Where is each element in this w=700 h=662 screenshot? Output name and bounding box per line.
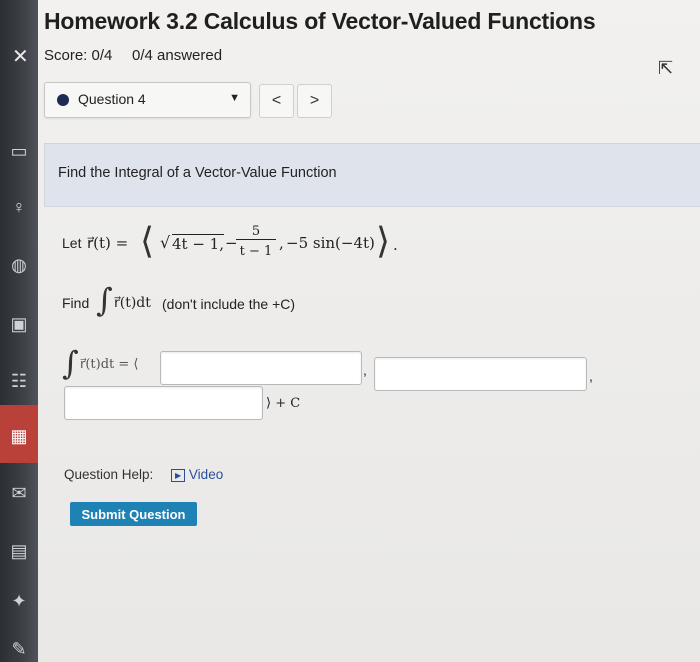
user-icon[interactable]: ♀: [8, 196, 30, 218]
main-content: ✕ Homework 3.2 Calculus of Vector-Valued…: [12, 0, 700, 662]
integrand: r⃗(t)dt: [114, 295, 151, 311]
answer-lhs-expression: r⃗(t)dt = ⟨: [80, 357, 139, 372]
calendar-icon[interactable]: ▦: [8, 425, 30, 447]
answered-count: 0/4 answered: [132, 47, 223, 64]
next-question-button[interactable]: >: [297, 84, 332, 118]
integral-sign: ∫: [62, 344, 79, 382]
question-select[interactable]: Question 4 ▼: [44, 82, 251, 118]
comma: ,: [589, 368, 593, 384]
vector-function-definition: Let r⃗(t) = ⟨ √ 4t − 1, − 5 t − 1 , −5 s…: [62, 222, 482, 268]
question-card-header: Find the Integral of a Vector-Value Func…: [44, 143, 700, 207]
question-heading: Find the Integral of a Vector-Value Func…: [58, 165, 337, 181]
score-label: Score: 0/4: [44, 47, 113, 64]
chevron-down-icon: ▼: [229, 92, 240, 104]
notes-icon[interactable]: ▤: [8, 540, 30, 562]
tools-icon[interactable]: ✦: [8, 590, 30, 612]
status-dot-icon: [57, 94, 69, 106]
comma: ,: [363, 362, 367, 378]
comma: ,: [279, 234, 284, 252]
mail-icon[interactable]: ✉: [8, 482, 30, 504]
fraction-denominator: t − 1: [239, 244, 273, 259]
instruction-note: (don't include the +C): [162, 296, 296, 312]
answer-field-1[interactable]: [160, 351, 362, 385]
close-icon[interactable]: ✕: [12, 44, 29, 69]
find-instruction: Find ∫ r⃗(t)dt (don't include the +C): [62, 281, 382, 328]
globe-icon[interactable]: ◍: [8, 254, 30, 276]
chevron-left-icon: <: [271, 92, 282, 109]
answer-field-3[interactable]: [64, 386, 263, 420]
period: .: [393, 236, 398, 254]
prev-question-button[interactable]: <: [259, 84, 294, 118]
cursor-icon: ⇱: [658, 58, 674, 78]
answer-field-2[interactable]: [374, 357, 587, 391]
integral-sign: ∫: [96, 281, 113, 319]
plus-c-label: ⟩ + C: [266, 396, 301, 411]
sqrt-symbol: √: [160, 233, 171, 252]
home-icon[interactable]: ▭: [8, 140, 30, 162]
answer-lhs: ∫ r⃗(t)dt = ⟨: [62, 344, 172, 386]
submit-question-button[interactable]: Submit Question: [70, 502, 197, 526]
left-angle-bracket: ⟨: [140, 221, 155, 262]
video-icon: ▶: [171, 469, 186, 482]
video-help-link[interactable]: ▶ Video: [171, 467, 223, 482]
find-label: Find: [62, 295, 90, 311]
third-component: −5 sin(−4t): [286, 234, 375, 252]
right-angle-bracket: ⟩: [376, 221, 391, 262]
left-sidebar: ▭ ♀ ◍ ▣ ☷ ▦ ✉ ▤ ✦ ✎: [0, 0, 38, 662]
function-lhs: r⃗(t) =: [87, 234, 129, 252]
people-icon[interactable]: ☷: [8, 370, 30, 392]
question-select-label: Question 4: [78, 91, 146, 107]
sqrt-radicand: 4t − 1,: [172, 234, 224, 253]
chevron-right-icon: >: [309, 92, 320, 109]
question-help-label: Question Help:: [64, 467, 154, 482]
page-title: Homework 3.2 Calculus of Vector-Valued F…: [44, 8, 596, 34]
gradebook-icon[interactable]: ▣: [8, 313, 30, 335]
fraction-numerator: 5: [236, 224, 276, 240]
let-label: Let: [62, 235, 82, 251]
video-link-label: Video: [188, 467, 224, 482]
edit-icon[interactable]: ✎: [8, 638, 30, 660]
